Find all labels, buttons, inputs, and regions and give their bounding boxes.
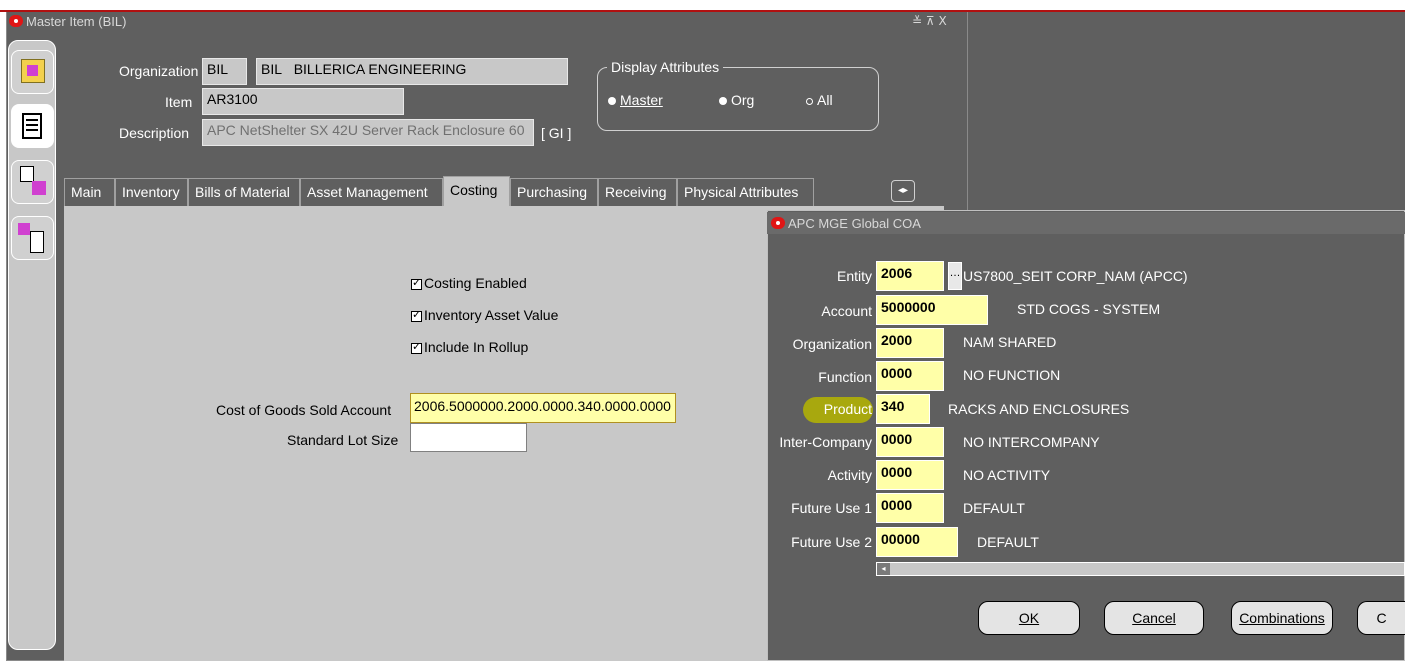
title-accent-line	[0, 10, 1405, 12]
ok-button[interactable]: OK	[978, 601, 1080, 635]
cancel-button-label: Cancel	[1132, 610, 1176, 626]
function-field[interactable]: 0000	[876, 361, 944, 391]
activity-label: Activity	[827, 467, 872, 483]
include-in-rollup-checkbox[interactable]: Include In Rollup	[411, 339, 528, 355]
checkbox-checked-icon	[411, 340, 422, 354]
account-label: Account	[821, 303, 872, 319]
oracle-logo-icon	[9, 15, 23, 27]
activity-field[interactable]: 0000	[876, 460, 944, 490]
cancel-button[interactable]: Cancel	[1104, 601, 1204, 635]
radio-master[interactable]: Master	[608, 92, 663, 108]
folder-icon[interactable]	[11, 50, 54, 94]
future-use-1-desc: DEFAULT	[963, 500, 1025, 516]
account-desc: STD COGS - SYSTEM	[1017, 301, 1161, 317]
organization-segment-label: Organization	[792, 336, 872, 352]
clear-button-label: C	[1376, 610, 1387, 626]
function-desc: NO FUNCTION	[963, 367, 1061, 383]
tab-bills-of-material[interactable]: Bills of Material	[188, 178, 300, 206]
radio-org-label: Org	[731, 92, 755, 108]
tab-costing[interactable]: Costing	[443, 176, 510, 206]
product-field[interactable]: 340	[876, 394, 930, 424]
gl-button[interactable]: [ GI ]	[541, 125, 571, 141]
inventory-asset-value-label: Inventory Asset Value	[424, 307, 559, 323]
organization-code-field[interactable]: BIL	[202, 58, 247, 85]
future-use-1-field[interactable]: 0000	[876, 493, 944, 523]
item-label: Item	[165, 94, 193, 110]
organization-label: Organization	[119, 63, 199, 79]
tab-main[interactable]: Main	[64, 178, 115, 206]
item-attributes-icon[interactable]	[11, 216, 54, 260]
cogs-account-field[interactable]: 2006.5000000.2000.0000.340.0000.0000	[410, 393, 676, 423]
product-label: Product	[823, 401, 872, 417]
dialog-title: APC MGE Global COA	[788, 216, 921, 231]
checkbox-checked-icon	[411, 308, 422, 322]
organization-name: BILLERICA ENGINEERING	[293, 61, 467, 77]
future-use-1-label: Future Use 1	[791, 500, 872, 516]
cogs-label: Cost of Goods Sold Account	[216, 402, 392, 418]
entity-label: Entity	[836, 268, 872, 284]
checkbox-checked-icon	[411, 276, 422, 290]
costing-enabled-checkbox[interactable]: Costing Enabled	[411, 275, 527, 291]
future-use-2-desc: DEFAULT	[977, 534, 1039, 550]
ok-button-label: OK	[1018, 610, 1040, 626]
inter-company-field[interactable]: 0000	[876, 427, 944, 457]
organization-item-icon[interactable]	[11, 160, 54, 204]
standard-lot-size-field[interactable]	[410, 423, 527, 452]
clear-button[interactable]: C	[1357, 601, 1405, 635]
combinations-button-label: Combinations	[1239, 610, 1325, 626]
standard-lot-size-label: Standard Lot Size	[287, 432, 399, 448]
tab-asset-management[interactable]: Asset Management	[300, 178, 443, 206]
window-title: Master Item (BIL)	[26, 14, 127, 29]
organization-code2: BIL	[261, 61, 283, 77]
function-label: Function	[818, 369, 872, 385]
account-field[interactable]: 5000000	[876, 295, 988, 325]
radio-icon	[806, 97, 813, 105]
window-controls[interactable]: ≚ ⊼ X	[912, 14, 947, 28]
future-use-2-label: Future Use 2	[791, 534, 872, 550]
display-attributes-title: Display Attributes	[607, 59, 724, 75]
radio-org[interactable]: Org	[719, 92, 754, 108]
inventory-asset-value-checkbox[interactable]: Inventory Asset Value	[411, 307, 558, 323]
scroll-left-icon[interactable]: ◂	[877, 563, 890, 575]
tab-scroll-icon[interactable]: ◂▸	[891, 180, 915, 202]
organization-segment-desc: NAM SHARED	[963, 334, 1057, 350]
product-desc: RACKS AND ENCLOSURES	[948, 401, 1130, 417]
item-field[interactable]: AR3100	[202, 88, 404, 115]
tab-purchasing[interactable]: Purchasing	[510, 178, 598, 206]
entity-desc: US7800_SEIT CORP_NAM (APCC)	[963, 268, 1188, 284]
radio-selected-icon	[608, 97, 616, 106]
tab-inventory[interactable]: Inventory	[115, 178, 188, 206]
description-field[interactable]: APC NetShelter SX 42U Server Rack Enclos…	[202, 119, 534, 146]
tab-physical-attributes[interactable]: Physical Attributes	[677, 178, 814, 206]
lov-button[interactable]: …	[948, 262, 962, 290]
inter-company-label: Inter-Company	[779, 434, 872, 450]
organization-name-field[interactable]: BIL BILLERICA ENGINEERING	[256, 58, 568, 85]
radio-master-label: Master	[620, 92, 663, 108]
combinations-button[interactable]: Combinations	[1231, 601, 1333, 635]
future-use-2-field[interactable]: 00000	[876, 527, 958, 557]
costing-enabled-label: Costing Enabled	[424, 275, 527, 291]
inter-company-desc: NO INTERCOMPANY	[963, 434, 1100, 450]
activity-desc: NO ACTIVITY	[963, 467, 1051, 483]
radio-all[interactable]: All	[806, 92, 833, 108]
horizontal-scrollbar[interactable]	[876, 562, 1405, 576]
radio-icon	[719, 97, 727, 106]
organization-segment-field[interactable]: 2000	[876, 328, 944, 358]
description-label: Description	[119, 125, 190, 141]
tab-receiving[interactable]: Receiving	[598, 178, 677, 206]
include-in-rollup-label: Include In Rollup	[424, 339, 529, 355]
entity-field[interactable]: 2006	[876, 261, 944, 291]
list-icon[interactable]	[11, 104, 54, 148]
oracle-logo-icon	[771, 217, 785, 229]
radio-all-label: All	[817, 92, 833, 108]
